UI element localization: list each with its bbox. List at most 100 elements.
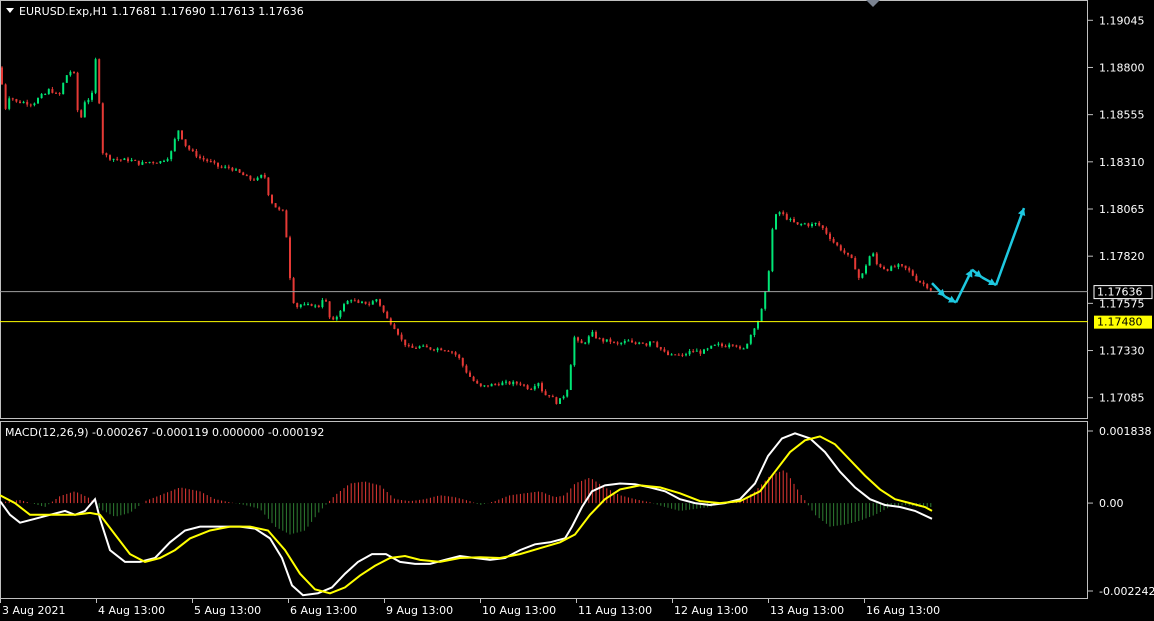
chart-window: 1.19045 1.18800 1.18555 1.18310 1.18065 1.178… xyxy=(0,0,1154,621)
price-tick-label: 1.18555 xyxy=(1099,109,1145,122)
bear-candle xyxy=(379,299,381,306)
bear-candle xyxy=(555,397,558,404)
bear-candle xyxy=(231,167,234,171)
bull-candle xyxy=(512,381,515,385)
bull-candle xyxy=(299,304,302,308)
bear-candle xyxy=(530,389,533,391)
bear-candle xyxy=(105,153,108,156)
bear-candle xyxy=(926,284,929,289)
bear-candle xyxy=(245,175,248,177)
bear-candle xyxy=(58,93,61,95)
bull-candle xyxy=(757,321,759,329)
bear-candle xyxy=(602,338,605,342)
time-tick-label: 12 Aug 13:00 xyxy=(674,604,748,617)
bull-candle xyxy=(314,305,317,307)
bear-candle xyxy=(451,351,453,353)
bear-candle xyxy=(580,340,583,344)
bear-candle xyxy=(98,59,101,104)
bear-candle xyxy=(807,223,810,227)
bear-candle xyxy=(238,169,241,173)
bear-candle xyxy=(267,177,270,196)
bear-candle xyxy=(19,101,21,104)
bear-candle xyxy=(667,351,669,356)
bull-candle xyxy=(591,331,594,337)
bear-candle xyxy=(440,348,443,351)
bull-candle xyxy=(224,166,227,168)
bear-candle xyxy=(353,300,356,302)
bear-candle xyxy=(674,354,677,356)
bull-candle xyxy=(65,75,68,83)
bull-candle xyxy=(303,304,306,306)
bear-candle xyxy=(829,233,831,239)
bear-candle xyxy=(508,381,511,385)
bear-candle xyxy=(447,350,450,352)
bear-candle xyxy=(609,339,612,342)
bull-candle xyxy=(321,300,324,308)
macd-tick-label: 0.001838 xyxy=(1099,425,1152,438)
bear-candle xyxy=(875,253,878,265)
bull-candle xyxy=(69,71,72,76)
bear-candle xyxy=(15,99,18,102)
bid-price-text: 1.17636 xyxy=(1097,286,1143,299)
bear-candle xyxy=(883,266,885,270)
bull-candle xyxy=(713,344,716,346)
bear-candle xyxy=(188,145,191,150)
bear-candle xyxy=(263,174,266,178)
time-tick-label: 10 Aug 13:00 xyxy=(482,604,556,617)
time-tick-label: 9 Aug 13:00 xyxy=(386,604,453,617)
background xyxy=(0,0,1154,621)
bear-candle xyxy=(904,265,907,269)
bear-candle xyxy=(332,317,335,320)
bear-candle xyxy=(677,354,680,356)
bull-candle xyxy=(501,382,504,386)
price-tick-label: 1.18310 xyxy=(1099,156,1145,169)
bear-candle xyxy=(404,339,407,346)
bear-candle xyxy=(393,324,396,330)
bear-candle xyxy=(296,303,299,308)
bear-candle xyxy=(227,166,230,168)
bear-candle xyxy=(631,340,633,343)
bear-candle xyxy=(893,266,896,268)
price-tick-label: 1.17820 xyxy=(1099,250,1145,263)
bear-candle xyxy=(73,71,75,73)
bear-candle xyxy=(368,303,371,305)
bear-candle xyxy=(796,222,799,225)
bear-candle xyxy=(721,343,723,347)
bear-candle xyxy=(411,345,414,348)
bear-candle xyxy=(832,238,835,243)
bear-candle xyxy=(55,92,57,94)
bear-candle xyxy=(551,396,554,398)
bear-candle xyxy=(145,162,147,164)
bear-candle xyxy=(137,160,140,165)
bull-candle xyxy=(235,169,237,171)
bull-candle xyxy=(422,345,425,347)
bear-candle xyxy=(494,384,497,386)
bear-candle xyxy=(206,159,209,162)
bull-candle xyxy=(159,161,162,164)
bear-candle xyxy=(328,301,331,318)
bear-candle xyxy=(1,67,3,85)
bull-candle xyxy=(638,342,641,344)
macd-title: MACD(12,26,9) -0.000267 -0.000119 0.0000… xyxy=(5,426,324,439)
price-tick-label: 1.19045 xyxy=(1099,14,1145,27)
bull-candle xyxy=(130,159,133,162)
bull-candle xyxy=(44,94,47,96)
bull-candle xyxy=(166,159,169,161)
bear-candle xyxy=(454,352,457,355)
bear-candle xyxy=(785,214,788,220)
bull-candle xyxy=(587,336,590,343)
bear-candle xyxy=(476,380,479,384)
bull-candle xyxy=(490,384,493,387)
bull-candle xyxy=(778,212,781,215)
bear-candle xyxy=(915,275,918,281)
macd-tick-label: -0.002242 xyxy=(1099,585,1154,598)
bull-candle xyxy=(742,348,745,350)
bull-candle xyxy=(695,350,698,352)
bear-candle xyxy=(782,212,785,215)
bear-candle xyxy=(11,98,14,100)
bull-candle xyxy=(177,130,180,140)
bull-candle xyxy=(505,381,507,383)
bull-candle xyxy=(814,222,817,225)
bear-candle xyxy=(202,157,205,160)
bull-candle xyxy=(33,103,36,106)
